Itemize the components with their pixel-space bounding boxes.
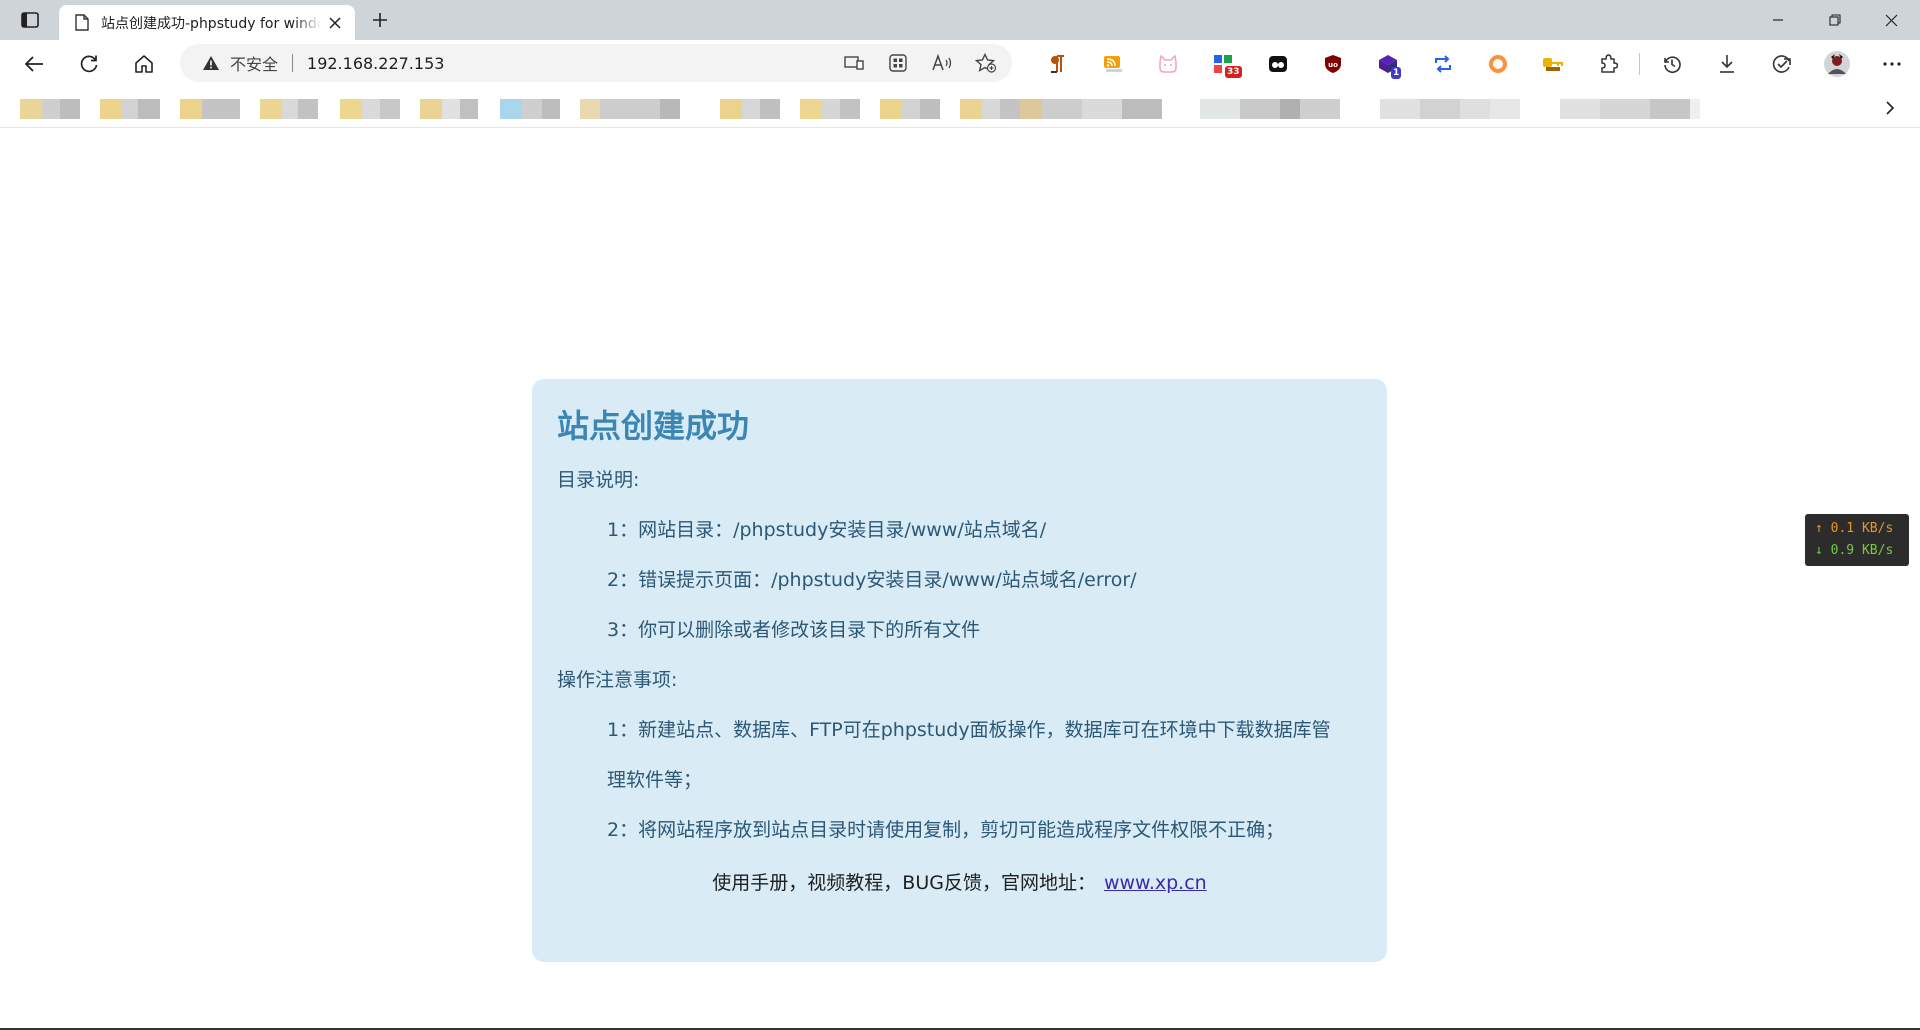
page-heading: 站点创建成功 xyxy=(557,407,750,445)
back-arrow-icon xyxy=(24,56,43,72)
extensions-puzzle-icon[interactable] xyxy=(1580,40,1635,88)
official-site-link[interactable]: www.xp.cn xyxy=(1104,872,1207,894)
apps-grid-icon[interactable] xyxy=(884,49,912,77)
security-indicator[interactable]: 不安全 xyxy=(202,51,278,75)
restore-icon xyxy=(1828,14,1841,26)
minimize-icon xyxy=(1772,19,1783,21)
extensions-bar: 33 uo 1 xyxy=(1030,40,1919,88)
url-input[interactable] xyxy=(307,53,748,73)
ring-extension-icon[interactable] xyxy=(1470,40,1525,88)
directory-section-title: 目录说明: xyxy=(557,469,640,491)
back-button[interactable] xyxy=(18,48,50,80)
warning-icon xyxy=(203,56,219,70)
favorite-item[interactable] xyxy=(580,99,680,119)
notes-item: 2：将网站程序放到站点目录时请使用复制，剪切可能造成程序文件权限不正确； xyxy=(607,819,1285,841)
favorite-item[interactable] xyxy=(100,99,160,119)
favorite-item[interactable] xyxy=(960,99,1020,119)
rss-extension-icon[interactable] xyxy=(1085,40,1140,88)
tab-actions-button[interactable] xyxy=(14,8,46,32)
cat-extension-icon[interactable] xyxy=(1140,40,1195,88)
upload-speed: ↑ 0.1 KB/s xyxy=(1815,521,1894,536)
settings-more-button[interactable] xyxy=(1864,40,1919,88)
active-tab[interactable]: 站点创建成功-phpstudy for windows xyxy=(59,5,355,40)
favorite-item[interactable] xyxy=(1560,99,1700,119)
tab-strip: 站点创建成功-phpstudy for windows xyxy=(0,0,1920,40)
notes-item: 1：新建站点、数据库、FTP可在phpstudy面板操作，数据库可在环境中下载数… xyxy=(607,719,1331,741)
plus-icon xyxy=(373,13,387,27)
profile-avatar[interactable] xyxy=(1809,40,1864,88)
toolbar-separator xyxy=(1639,53,1640,75)
footer-line: 使用手册，视频教程，BUG反馈，官网地址： www.xp.cn xyxy=(557,863,1362,903)
success-card: 站点创建成功 目录说明: 1：网站目录：/phpstudy安装目录/www/站点… xyxy=(532,379,1387,962)
favorite-item[interactable] xyxy=(500,99,560,119)
add-favorite-icon[interactable] xyxy=(972,49,1000,77)
close-tab-icon[interactable] xyxy=(325,13,345,33)
favorite-item[interactable] xyxy=(420,99,478,119)
favorite-item[interactable] xyxy=(20,99,80,119)
close-icon xyxy=(1885,14,1898,26)
sync-extension-icon[interactable] xyxy=(1415,40,1470,88)
address-bar-actions xyxy=(840,44,1000,82)
notes-item: 理软件等； xyxy=(607,769,703,791)
window-controls xyxy=(1749,0,1920,40)
directory-item: 3：你可以删除或者修改该目录下的所有文件 xyxy=(607,619,981,641)
refresh-button[interactable] xyxy=(73,48,105,80)
favorite-item[interactable] xyxy=(720,99,780,119)
glasses-extension-icon[interactable] xyxy=(1250,40,1305,88)
security-label: 不安全 xyxy=(230,55,279,74)
favorite-item[interactable] xyxy=(800,99,860,119)
read-aloud-icon[interactable] xyxy=(928,49,956,77)
favorite-item[interactable] xyxy=(340,99,400,119)
directory-item: 1：网站目录：/phpstudy安装目录/www/站点域名/ xyxy=(607,519,1047,541)
favorite-item[interactable] xyxy=(1200,99,1340,119)
pilcrow-extension-icon[interactable] xyxy=(1030,40,1085,88)
favorite-item[interactable] xyxy=(1380,99,1520,119)
ublock-extension-icon[interactable]: uo xyxy=(1305,40,1360,88)
tab-title: 站点创建成功-phpstudy for windows xyxy=(101,15,321,32)
page-favicon-icon xyxy=(73,14,91,32)
favorite-item[interactable] xyxy=(260,99,318,119)
favorite-item[interactable] xyxy=(180,99,240,119)
history-icon[interactable] xyxy=(1644,40,1699,88)
cube-extension-icon[interactable]: 1 xyxy=(1360,40,1415,88)
download-speed: ↓ 0.9 KB/s xyxy=(1815,543,1894,558)
close-window-button[interactable] xyxy=(1863,0,1920,40)
more-favorites-button[interactable] xyxy=(1878,96,1902,120)
address-separator xyxy=(292,54,294,72)
favorite-item[interactable] xyxy=(880,99,940,119)
app-available-icon[interactable] xyxy=(840,49,868,77)
more-dots-icon xyxy=(1882,62,1901,66)
home-button[interactable] xyxy=(128,48,160,80)
avatar-icon xyxy=(1823,51,1850,77)
restore-button[interactable] xyxy=(1806,0,1863,40)
chevron-right-icon xyxy=(1886,101,1895,115)
todo-extension-icon[interactable]: 33 xyxy=(1195,40,1250,88)
directory-item: 2：错误提示页面：/phpstudy安装目录/www/站点域名/error/ xyxy=(607,569,1137,591)
home-icon xyxy=(135,55,153,73)
new-tab-button[interactable] xyxy=(366,8,394,32)
address-bar[interactable]: 不安全 xyxy=(180,44,1012,82)
footer-text: 使用手册，视频教程，BUG反馈，官网地址： xyxy=(712,872,1096,894)
notes-section-title: 操作注意事项: xyxy=(557,669,678,691)
page-viewport: 站点创建成功 目录说明: 1：网站目录：/phpstudy安装目录/www/站点… xyxy=(0,129,1920,1029)
cube-badge: 1 xyxy=(1391,67,1402,79)
svg-text:uo: uo xyxy=(1328,61,1338,69)
network-speed-widget: ↑ 0.1 KB/s ↓ 0.9 KB/s xyxy=(1805,514,1909,566)
key-extension-icon[interactable] xyxy=(1525,40,1580,88)
performance-icon[interactable] xyxy=(1754,40,1809,88)
favorite-item[interactable] xyxy=(1020,99,1162,119)
downloads-icon[interactable] xyxy=(1699,40,1754,88)
minimize-button[interactable] xyxy=(1749,0,1806,40)
favorites-bar xyxy=(0,88,1920,128)
sidebar-panel-icon xyxy=(21,12,39,28)
todo-badge: 33 xyxy=(1225,66,1242,78)
browser-toolbar: 不安全 33 xyxy=(0,40,1920,88)
refresh-icon xyxy=(80,55,98,73)
